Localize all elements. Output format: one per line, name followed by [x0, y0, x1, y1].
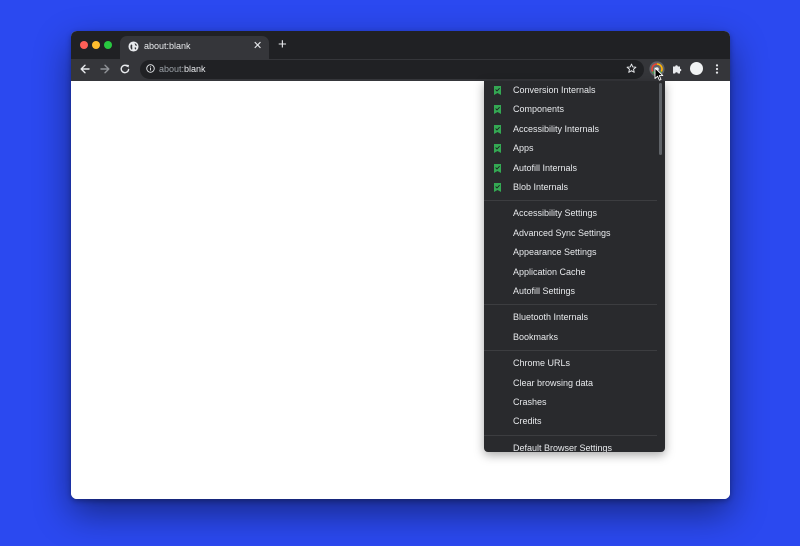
tab-title: about:blank — [144, 41, 191, 51]
back-icon[interactable] — [78, 62, 92, 76]
reload-icon[interactable] — [118, 62, 132, 76]
menu-item[interactable]: Autofill Internals — [484, 159, 657, 178]
menu-item-label: Credits — [513, 416, 542, 426]
menu-item[interactable]: Clear browsing data — [484, 374, 657, 393]
menu-separator — [484, 200, 657, 201]
menu-item-label: Default Browser Settings — [513, 443, 613, 452]
tab-strip: about:blank ✕ + — [71, 31, 730, 59]
new-tab-button[interactable]: + — [278, 37, 287, 52]
bookmark-check-icon — [494, 144, 501, 153]
window-maximize-button[interactable] — [104, 41, 112, 49]
menu-item-label: Clear browsing data — [513, 378, 594, 388]
menu-item[interactable]: Autofill Settings — [484, 282, 657, 301]
menu-item-label: Autofill Settings — [513, 286, 576, 296]
menu-item-label: Accessibility Settings — [513, 208, 598, 218]
menu-item-label: Bookmarks — [513, 332, 559, 342]
menu-item[interactable]: Appearance Settings — [484, 243, 657, 262]
menu-item[interactable]: Bluetooth Internals — [484, 308, 657, 327]
toolbar: about:blank — [71, 59, 730, 81]
menu-item[interactable]: Default Browser Settings — [484, 439, 657, 452]
avatar[interactable] — [690, 62, 703, 75]
menu-item[interactable]: Blob Internals — [484, 178, 657, 197]
more-icon[interactable] — [710, 62, 724, 76]
bookmark-check-icon — [494, 105, 501, 114]
menu-item[interactable]: Chrome URLs — [484, 354, 657, 373]
menu-item-label: Autofill Internals — [513, 163, 578, 173]
address-bar[interactable]: about:blank — [140, 60, 644, 79]
menu-item[interactable]: Apps — [484, 139, 657, 158]
menu-item-label: Bluetooth Internals — [513, 312, 589, 322]
info-icon[interactable] — [146, 64, 155, 73]
url-path: blank — [184, 64, 206, 74]
globe-icon — [128, 41, 139, 52]
menu-item[interactable]: Accessibility Internals — [484, 120, 657, 139]
menu-separator — [484, 435, 657, 436]
menu-item-label: Application Cache — [513, 267, 586, 277]
forward-icon[interactable] — [98, 62, 112, 76]
menu-item[interactable]: Accessibility Settings — [484, 204, 657, 223]
menu-item-label: Apps — [513, 143, 534, 153]
tab-about-blank[interactable]: about:blank ✕ — [120, 36, 269, 59]
menu-item-label: Advanced Sync Settings — [513, 228, 611, 238]
menu-scrollbar[interactable] — [659, 83, 662, 155]
bookmark-check-icon — [494, 164, 501, 173]
tab-close-icon[interactable]: ✕ — [253, 40, 262, 52]
menu-item-label: Chrome URLs — [513, 358, 571, 368]
menu-item-label: Conversion Internals — [513, 85, 596, 95]
menu-item[interactable]: Application Cache — [484, 263, 657, 282]
menu-item-label: Appearance Settings — [513, 247, 597, 257]
bookmark-check-icon — [494, 86, 501, 95]
menu-item-label: Accessibility Internals — [513, 124, 600, 134]
mouse-cursor-icon — [654, 67, 664, 81]
menu-item[interactable]: Components — [484, 100, 657, 119]
bookmark-check-icon — [494, 125, 501, 134]
menu-separator — [484, 350, 657, 351]
window-close-button[interactable] — [80, 41, 88, 49]
star-icon[interactable] — [626, 63, 637, 74]
menu-item[interactable]: Conversion Internals — [484, 81, 657, 100]
address-url: about:blank — [159, 64, 206, 74]
chrome-urls-menu: Conversion Internals Components Accessibil… — [484, 81, 665, 452]
menu-item[interactable]: Crashes — [484, 393, 657, 412]
menu-item-label: Crashes — [513, 397, 547, 407]
menu-item[interactable]: Credits — [484, 412, 657, 431]
menu-item-label: Components — [513, 104, 565, 114]
menu-separator — [484, 304, 657, 305]
menu-item[interactable]: Advanced Sync Settings — [484, 224, 657, 243]
puzzle-icon[interactable] — [670, 62, 684, 76]
menu-item[interactable]: Bookmarks — [484, 328, 657, 347]
menu-item-label: Blob Internals — [513, 182, 569, 192]
window-minimize-button[interactable] — [92, 41, 100, 49]
url-scheme: about: — [159, 64, 185, 74]
bookmark-check-icon — [494, 183, 501, 192]
